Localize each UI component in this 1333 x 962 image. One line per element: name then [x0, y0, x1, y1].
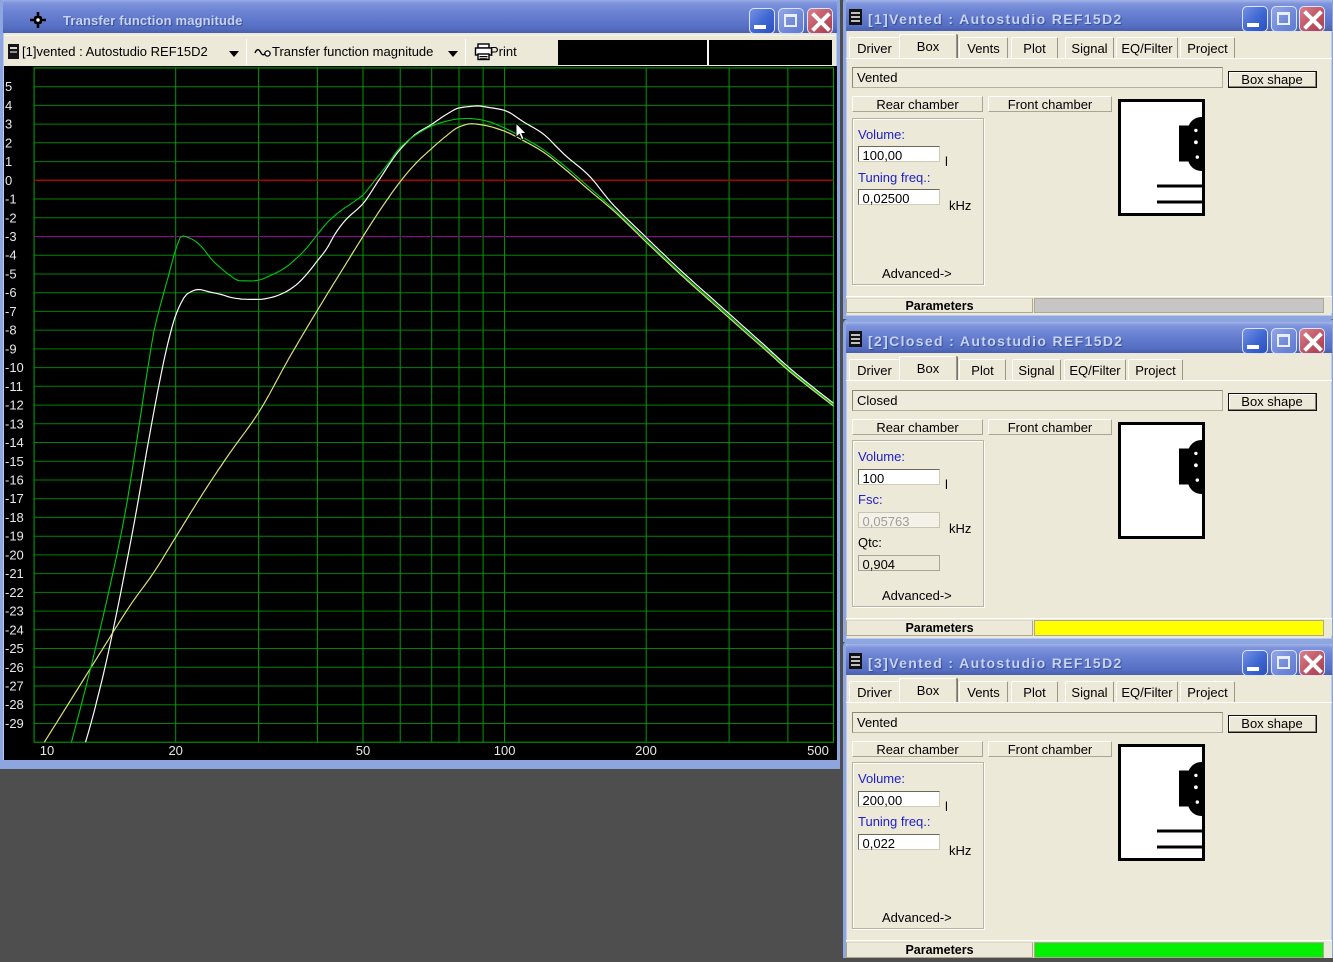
svg-text:4: 4	[5, 98, 12, 113]
svg-text:-9: -9	[5, 341, 17, 356]
svg-text:-8: -8	[5, 323, 17, 338]
svg-text:-22: -22	[5, 585, 24, 600]
svg-text:-28: -28	[5, 697, 24, 712]
svg-text:-27: -27	[5, 679, 24, 694]
svg-text:-25: -25	[5, 641, 24, 656]
svg-text:1: 1	[5, 154, 12, 169]
svg-text:-3: -3	[5, 229, 17, 244]
svg-text:-14: -14	[5, 435, 24, 450]
svg-text:-23: -23	[5, 604, 24, 619]
svg-text:-16: -16	[5, 473, 24, 488]
svg-text:-20: -20	[5, 547, 24, 562]
svg-text:5: 5	[5, 79, 12, 94]
svg-text:-29: -29	[5, 716, 24, 731]
svg-text:-13: -13	[5, 416, 24, 431]
svg-text:-6: -6	[5, 285, 17, 300]
svg-text:200: 200	[635, 743, 657, 758]
svg-text:-2: -2	[5, 210, 17, 225]
svg-text:-4: -4	[5, 248, 17, 263]
svg-text:-18: -18	[5, 510, 24, 525]
svg-text:50: 50	[356, 743, 370, 758]
svg-text:100: 100	[494, 743, 516, 758]
svg-text:-21: -21	[5, 566, 24, 581]
svg-text:-15: -15	[5, 454, 24, 469]
svg-text:0: 0	[5, 173, 12, 188]
svg-text:3: 3	[5, 117, 12, 132]
svg-text:-5: -5	[5, 267, 17, 282]
svg-text:-12: -12	[5, 398, 24, 413]
svg-text:10: 10	[40, 743, 54, 758]
svg-text:-24: -24	[5, 622, 24, 637]
svg-text:-19: -19	[5, 529, 24, 544]
svg-text:-1: -1	[5, 192, 17, 207]
svg-text:-11: -11	[5, 379, 23, 394]
svg-text:-10: -10	[5, 360, 24, 375]
svg-text:-17: -17	[5, 491, 24, 506]
svg-text:500: 500	[807, 743, 829, 758]
svg-text:-7: -7	[5, 304, 17, 319]
svg-text:-26: -26	[5, 660, 24, 675]
svg-text:20: 20	[168, 743, 182, 758]
svg-text:2: 2	[5, 135, 12, 150]
